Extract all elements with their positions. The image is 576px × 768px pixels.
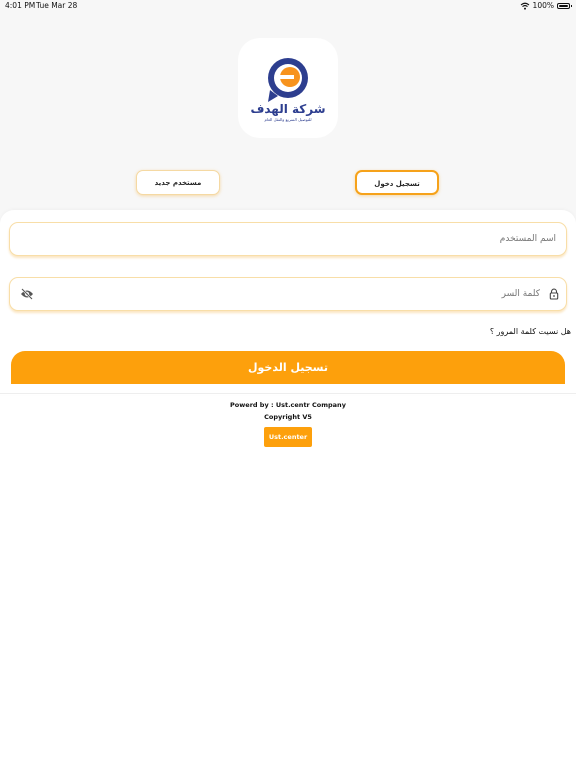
ust-center-button[interactable]: Ust.center xyxy=(264,427,312,447)
battery-fill xyxy=(559,4,568,7)
company-logo: شركة الهدف للتوصيل السريع والنقل العام xyxy=(238,38,338,138)
powered-by-text: Powerd by : Ust.centr Company xyxy=(230,401,346,409)
battery-icon xyxy=(557,2,572,9)
tab-login[interactable]: تسجيل دخول xyxy=(355,170,439,195)
status-bar: 4:01 PM Tue Mar 28 100% xyxy=(0,0,576,12)
status-date: Tue Mar 28 xyxy=(36,1,78,10)
status-indicators: 100% xyxy=(520,1,572,10)
wifi-icon xyxy=(520,2,529,10)
target-logo-icon xyxy=(268,58,308,102)
eye-off-icon[interactable] xyxy=(20,288,34,300)
forgot-password-link[interactable]: هل نسيت كلمة المرور ؟ xyxy=(490,327,571,336)
password-field[interactable] xyxy=(9,277,567,311)
status-time: 4:01 PM xyxy=(5,1,36,10)
username-input[interactable] xyxy=(256,223,556,255)
login-button[interactable]: تسجيل الدخول xyxy=(11,351,565,384)
footer-divider xyxy=(0,393,576,394)
lock-icon xyxy=(549,288,559,300)
password-input[interactable] xyxy=(240,278,540,310)
battery-percent: 100% xyxy=(532,1,554,10)
logo-title: شركة الهدف xyxy=(250,102,326,116)
username-field[interactable] xyxy=(9,222,567,256)
tab-new-user[interactable]: مستخدم جديد xyxy=(136,170,220,195)
logo-subtitle: للتوصيل السريع والنقل العام xyxy=(264,117,312,122)
copyright-text: Copyright V5 xyxy=(264,413,312,421)
